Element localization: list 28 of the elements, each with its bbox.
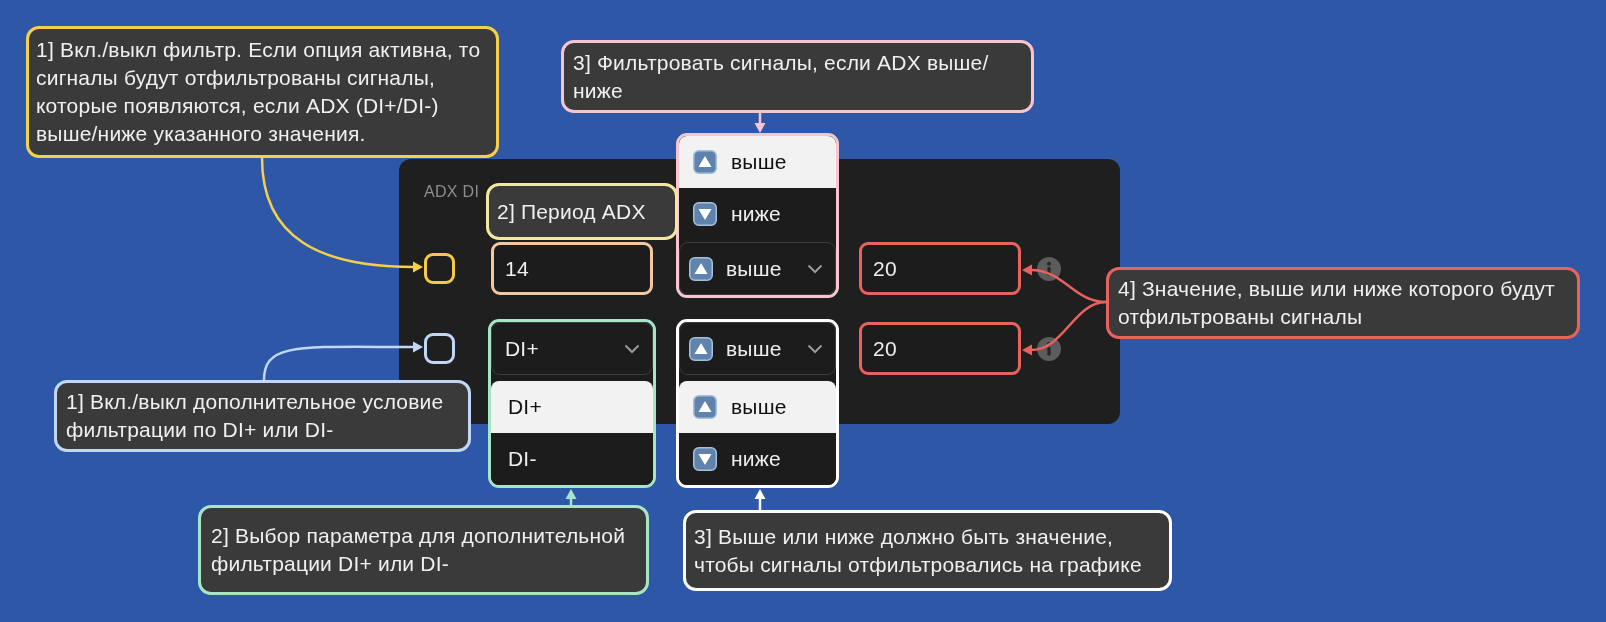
input-field[interactable]: 20 bbox=[859, 322, 1021, 375]
annotation-callout: 3] Выше или ниже должно быть значение, чтобы сигналы отфильтровались на графике bbox=[683, 510, 1172, 591]
checkbox[interactable] bbox=[424, 253, 455, 284]
dropdown-option[interactable]: ниже bbox=[679, 433, 836, 485]
dropdown-option[interactable]: выше bbox=[679, 136, 836, 188]
chevron-down-icon bbox=[807, 263, 823, 274]
dropdown-select[interactable]: DI+ bbox=[491, 322, 653, 375]
annotation-callout: 3] Фильтровать сигналы, если ADX выше/ниже bbox=[561, 40, 1034, 113]
dropdown-option[interactable]: DI- bbox=[491, 433, 653, 485]
dropdown-option[interactable]: DI+ bbox=[491, 381, 653, 433]
connector-arrow bbox=[565, 489, 577, 505]
input-field[interactable]: 14 bbox=[491, 242, 653, 295]
input-field[interactable]: 20 bbox=[859, 242, 1021, 295]
dropdown-option[interactable]: выше bbox=[679, 381, 836, 433]
annotation-callout: 2] Выбор параметра для дополнительной фильтрации DI+ или DI- bbox=[198, 505, 649, 595]
info-icon[interactable] bbox=[1037, 336, 1061, 361]
chevron-down-icon bbox=[807, 343, 823, 354]
panel-title: ADX DI bbox=[424, 182, 480, 201]
annotation-callout: 2] Период ADX bbox=[486, 183, 678, 240]
dropdown-select[interactable]: выше bbox=[679, 322, 836, 375]
chevron-down-icon bbox=[624, 343, 640, 354]
annotation-callout: 1] Вкл./выкл дополнительное условие фильтрации по DI+ или DI- bbox=[54, 380, 471, 452]
checkbox[interactable] bbox=[424, 333, 455, 364]
dropdown-select[interactable]: выше bbox=[679, 242, 836, 295]
dropdown-option[interactable]: ниже bbox=[679, 188, 836, 240]
annotation-callout: 1] Вкл./выкл фильтр. Если опция активна, то сигналы будут отфильтрованы сигналы, которые появляются, если ADX (DI+/DI-) выше/ниже указанного значения. bbox=[26, 26, 499, 158]
info-icon[interactable] bbox=[1037, 256, 1061, 281]
annotation-callout: 4] Значение, выше или ниже которого будут отфильтрованы сигналы bbox=[1106, 267, 1580, 339]
